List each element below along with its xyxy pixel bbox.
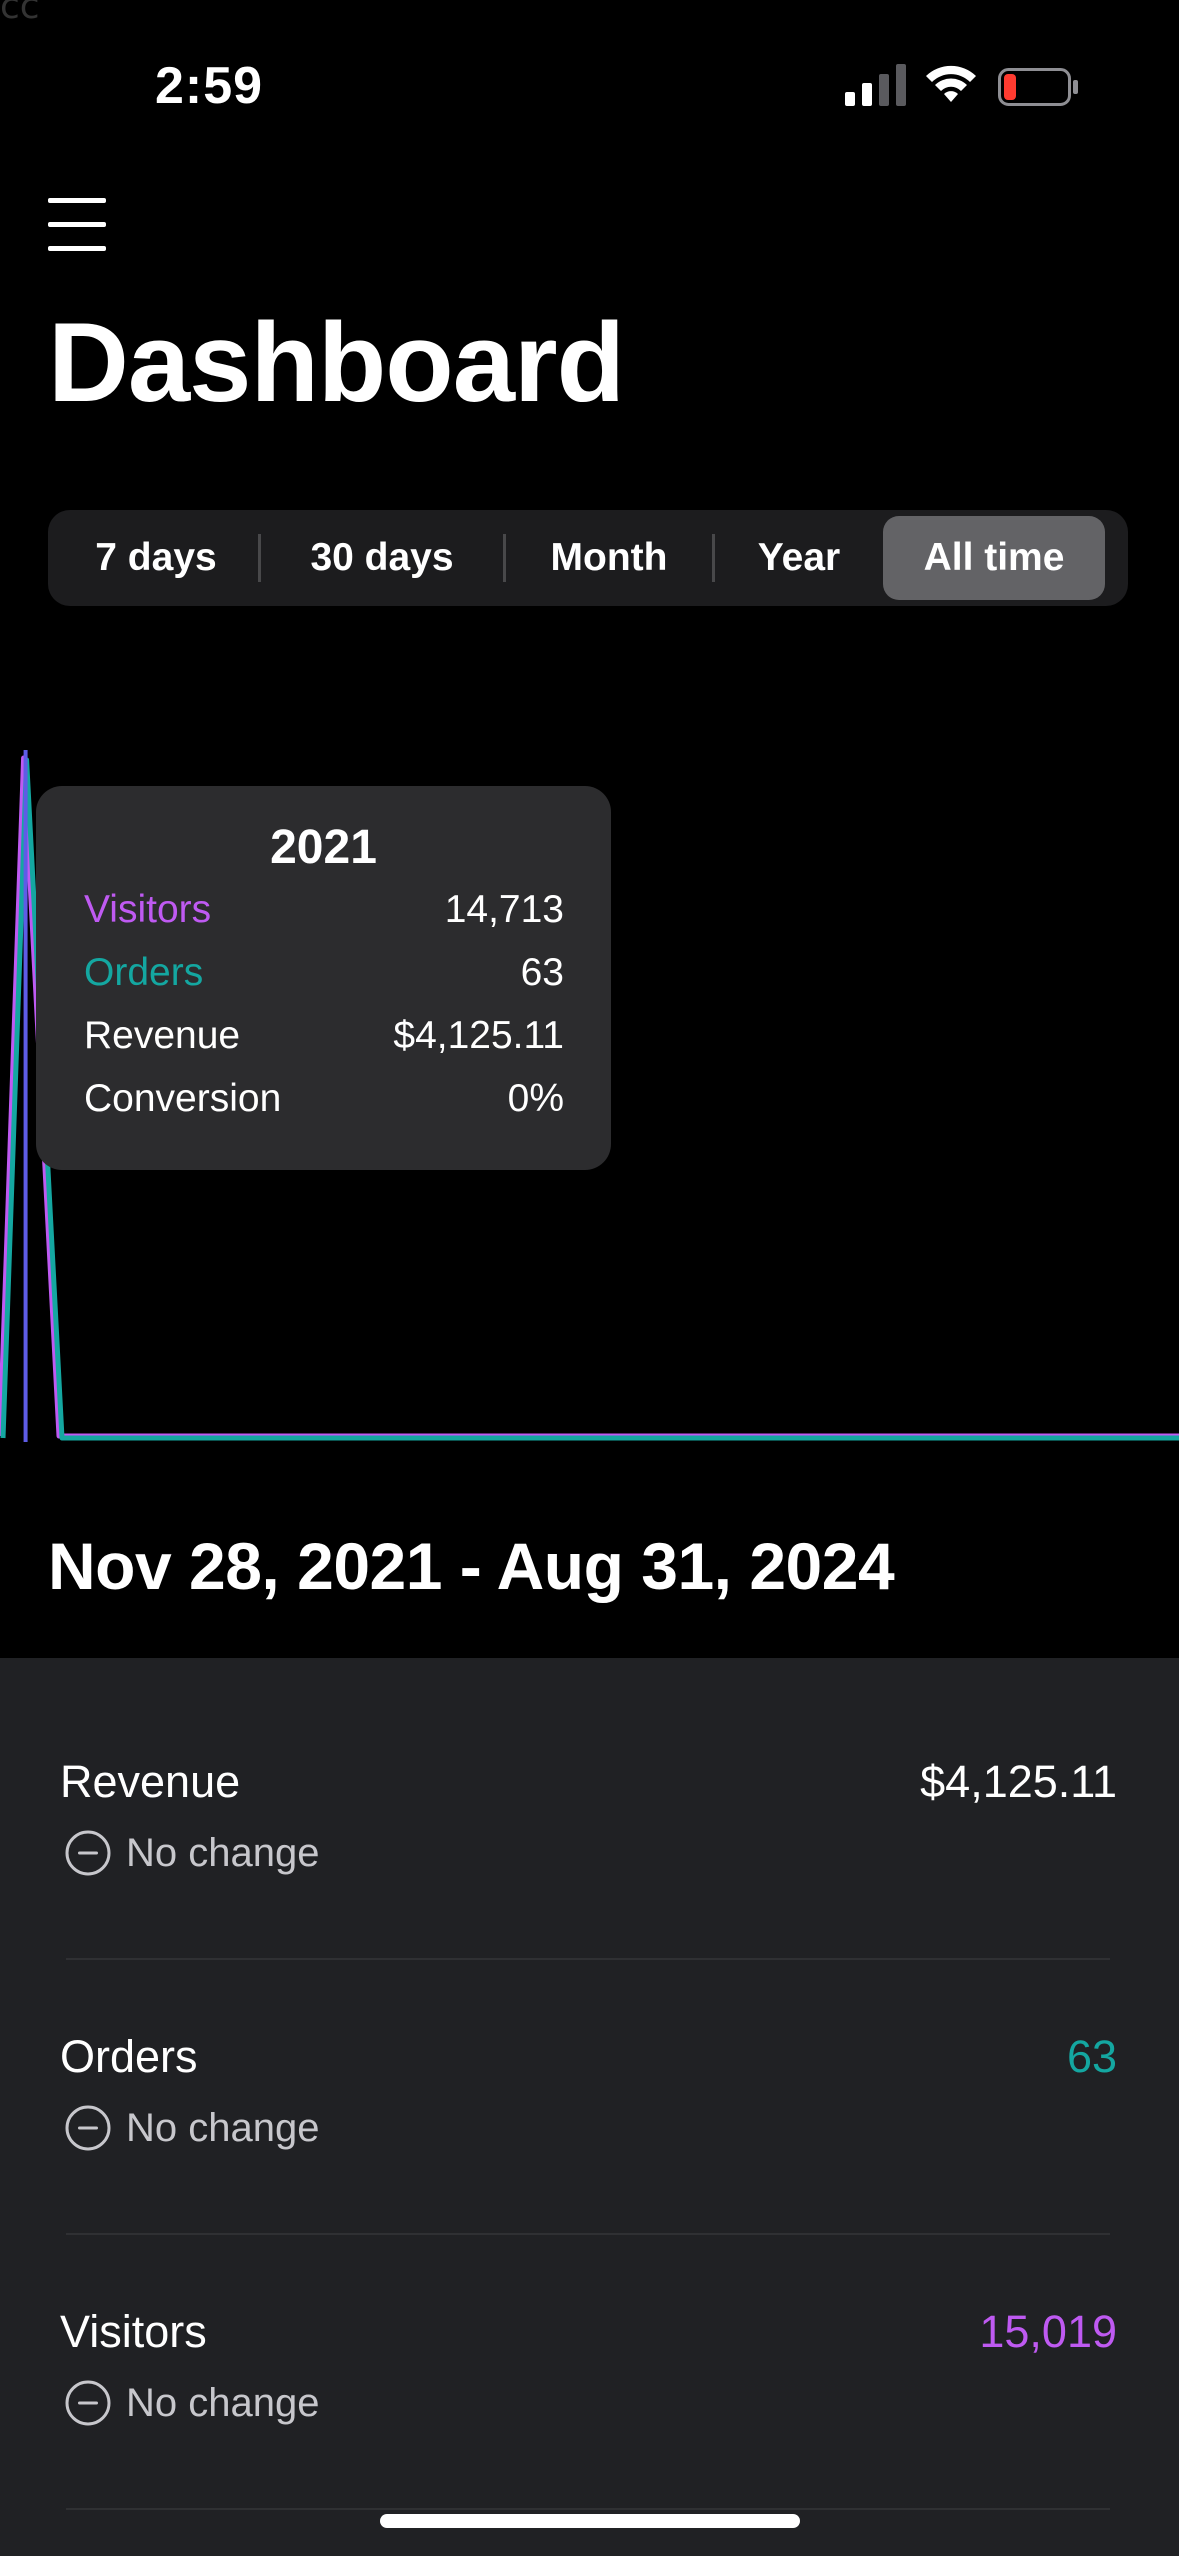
range-option-all-time[interactable]: All time	[883, 516, 1105, 600]
date-range-selector: 7 days 30 days Month Year All time	[48, 510, 1128, 606]
range-option-30-days[interactable]: 30 days	[261, 516, 503, 600]
metric-change-text: No change	[126, 2105, 320, 2150]
hamburger-menu-icon[interactable]	[48, 196, 108, 254]
metrics-panel: Revenue $4,125.11 No change Orders 63 No…	[0, 1658, 1179, 2556]
tooltip-title: 2021	[270, 821, 377, 874]
metric-change: No change	[64, 2103, 319, 2153]
metric-value: 15,019	[979, 2306, 1117, 2357]
metric-visitors[interactable]: Visitors 15,019 No change	[0, 2208, 1179, 2482]
minus-circle-icon	[65, 2105, 111, 2151]
tooltip-row-conversion: Conversion 0%	[84, 1077, 564, 1133]
metric-value: $4,125.11	[920, 1756, 1117, 1807]
metric-divider	[66, 2508, 1110, 2510]
tooltip-label: Revenue	[84, 1014, 241, 1057]
metric-change-text: No change	[126, 2380, 320, 2425]
cellular-signal-icon	[845, 64, 906, 106]
metric-change: No change	[64, 2378, 319, 2428]
metric-label: Revenue	[60, 1756, 241, 1807]
status-time: 2:59	[155, 57, 264, 115]
range-option-label: Year	[757, 536, 841, 579]
metric-value: 63	[1066, 2031, 1117, 2082]
tooltip-value: 14,713	[444, 888, 564, 931]
tooltip-label: Orders	[84, 951, 204, 994]
tooltip-row-revenue: Revenue $4,125.11	[84, 1014, 564, 1070]
tooltip-label: Visitors	[84, 888, 212, 931]
wifi-icon	[926, 65, 976, 102]
metric-change-text: No change	[126, 1830, 320, 1875]
tooltip-value: $4,125.11	[393, 1014, 564, 1057]
tooltip-value: 63	[520, 951, 564, 994]
metric-label: Orders	[60, 2031, 198, 2082]
minus-circle-icon	[65, 1830, 111, 1876]
range-option-label: All time	[923, 536, 1065, 579]
tooltip-value: 0%	[507, 1077, 564, 1120]
metric-change: No change	[64, 1828, 319, 1878]
tooltip-row-visitors: Visitors 14,713	[84, 888, 564, 944]
date-range-label: Nov 28, 2021 - Aug 31, 2024	[48, 1529, 895, 1603]
corner-text: cc	[0, 0, 40, 27]
range-option-month[interactable]: Month	[506, 516, 712, 600]
home-indicator	[380, 2514, 800, 2528]
minus-circle-icon	[65, 2380, 111, 2426]
tooltip-label: Conversion	[84, 1077, 282, 1120]
battery-low-icon	[998, 68, 1078, 106]
metric-revenue[interactable]: Revenue $4,125.11 No change	[0, 1658, 1179, 1932]
range-option-label: Month	[550, 536, 668, 579]
metric-orders[interactable]: Orders 63 No change	[0, 1933, 1179, 2207]
chart-tooltip: 2021 Visitors 14,713 Orders 63 Revenue $…	[36, 786, 611, 1170]
range-option-7-days[interactable]: 7 days	[54, 516, 258, 600]
metric-label: Visitors	[60, 2306, 207, 2357]
range-option-year[interactable]: Year	[715, 516, 883, 600]
status-bar: cc 2:59	[0, 0, 1179, 160]
tooltip-row-orders: Orders 63	[84, 951, 564, 1007]
page-title: Dashboard	[48, 300, 625, 425]
range-option-label: 30 days	[310, 536, 454, 579]
range-option-label: 7 days	[95, 536, 217, 579]
